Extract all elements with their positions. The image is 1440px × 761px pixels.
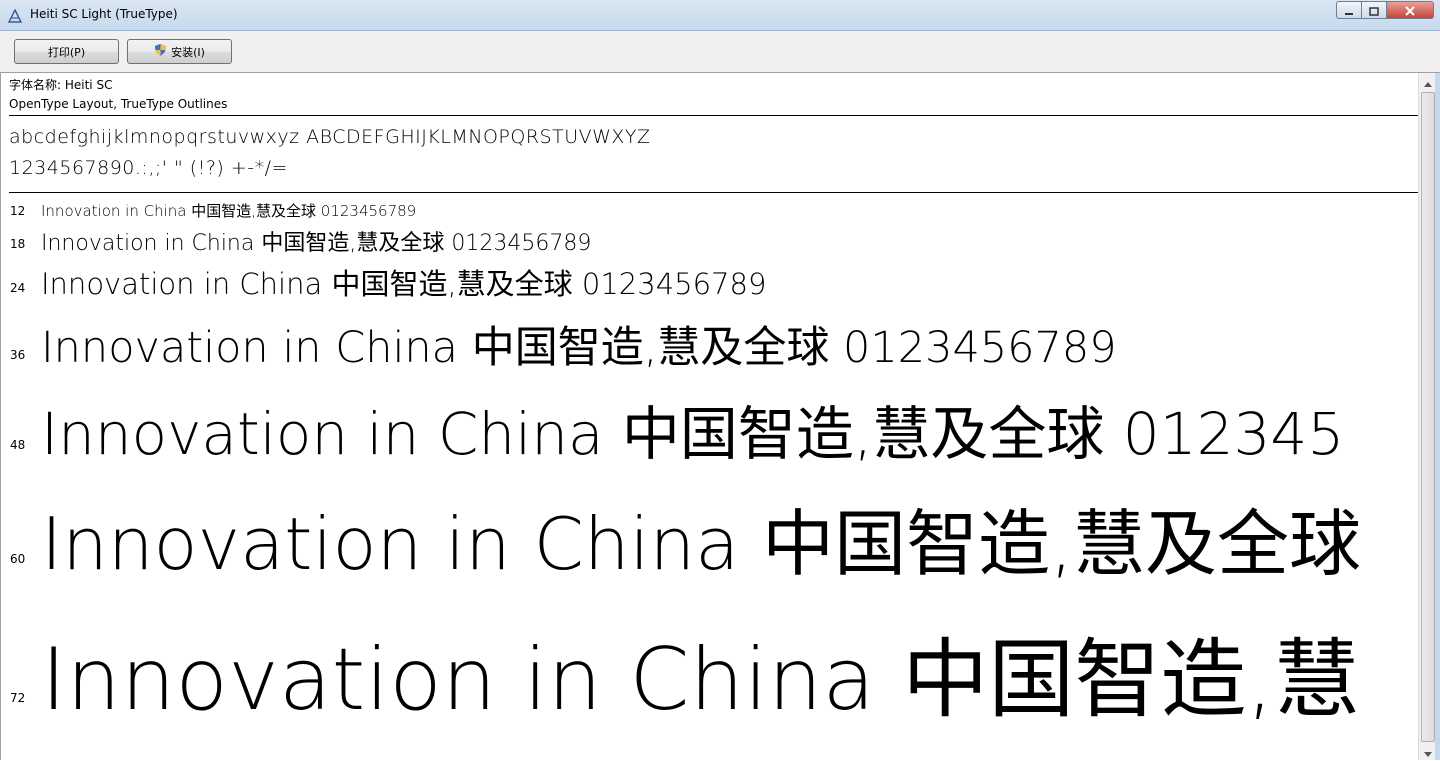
- size-label: 36: [10, 348, 26, 362]
- font-file-icon: [7, 8, 23, 23]
- font-type-line: OpenType Layout, TrueType Outlines: [9, 97, 228, 111]
- size-label: 72: [10, 691, 26, 705]
- window-frame: [1435, 73, 1440, 760]
- sample-text: Innovation in China 中国智造,慧及全球 0123456789: [41, 323, 1117, 373]
- size-label: 48: [10, 438, 26, 452]
- sample-text: Innovation in China 中国智造,慧及全球 0123456789: [41, 267, 767, 301]
- print-button[interactable]: 打印(P): [14, 39, 119, 64]
- uac-shield-icon: [154, 43, 167, 60]
- close-icon: [1404, 1, 1416, 20]
- sample-text: Innovation in China 中国智造,慧及全球: [41, 502, 1362, 586]
- toolbar: 打印(P) 安装(I): [0, 31, 1440, 73]
- font-name-line: 字体名称: Heiti SC: [9, 78, 113, 92]
- charset-line-2: 1234567890.:,;' " (!?) +-*/=: [9, 157, 288, 179]
- maximize-icon: [1369, 1, 1379, 20]
- scrollbar-thumb[interactable]: [1421, 92, 1435, 742]
- vertical-scrollbar[interactable]: [1418, 73, 1436, 760]
- window-title: Heiti SC Light (TrueType): [30, 7, 178, 21]
- divider: [9, 192, 1419, 193]
- arrow-up-icon: [1423, 72, 1432, 91]
- size-label: 12: [10, 204, 26, 218]
- divider: [9, 115, 1419, 116]
- install-button-label: 安装(I): [171, 45, 205, 59]
- charset-line-1: abcdefghijklmnopqrstuvwxyz ABCDEFGHIJKLM…: [9, 126, 651, 148]
- font-preview-area[interactable]: 字体名称: Heiti SC OpenType Layout, TrueType…: [0, 73, 1419, 760]
- window-controls: [1336, 1, 1434, 20]
- minimize-button[interactable]: [1336, 1, 1362, 19]
- arrow-down-icon: [1423, 742, 1432, 761]
- title-bar: Heiti SC Light (TrueType): [0, 0, 1440, 31]
- sample-text: Innovation in China 中国智造,慧: [41, 630, 1360, 730]
- font-info: 字体名称: Heiti SC OpenType Layout, TrueType…: [9, 76, 227, 114]
- scroll-up-button[interactable]: [1419, 73, 1436, 90]
- close-button[interactable]: [1387, 1, 1434, 19]
- character-set: abcdefghijklmnopqrstuvwxyz ABCDEFGHIJKLM…: [9, 122, 651, 184]
- sample-text: Innovation in China 中国智造,慧及全球 0123456789: [41, 231, 592, 256]
- minimize-icon: [1344, 1, 1354, 20]
- maximize-button[interactable]: [1362, 1, 1387, 19]
- print-button-label: 打印(P): [47, 45, 86, 59]
- size-label: 60: [10, 552, 26, 566]
- scroll-down-button[interactable]: [1419, 743, 1436, 760]
- sample-text: Innovation in China 中国智造,慧及全球 0123456789: [41, 202, 417, 220]
- sample-text: Innovation in China 中国智造,慧及全球 012345: [41, 400, 1345, 468]
- install-button[interactable]: 安装(I): [127, 39, 232, 64]
- size-label: 18: [10, 237, 26, 251]
- size-label: 24: [10, 281, 26, 295]
